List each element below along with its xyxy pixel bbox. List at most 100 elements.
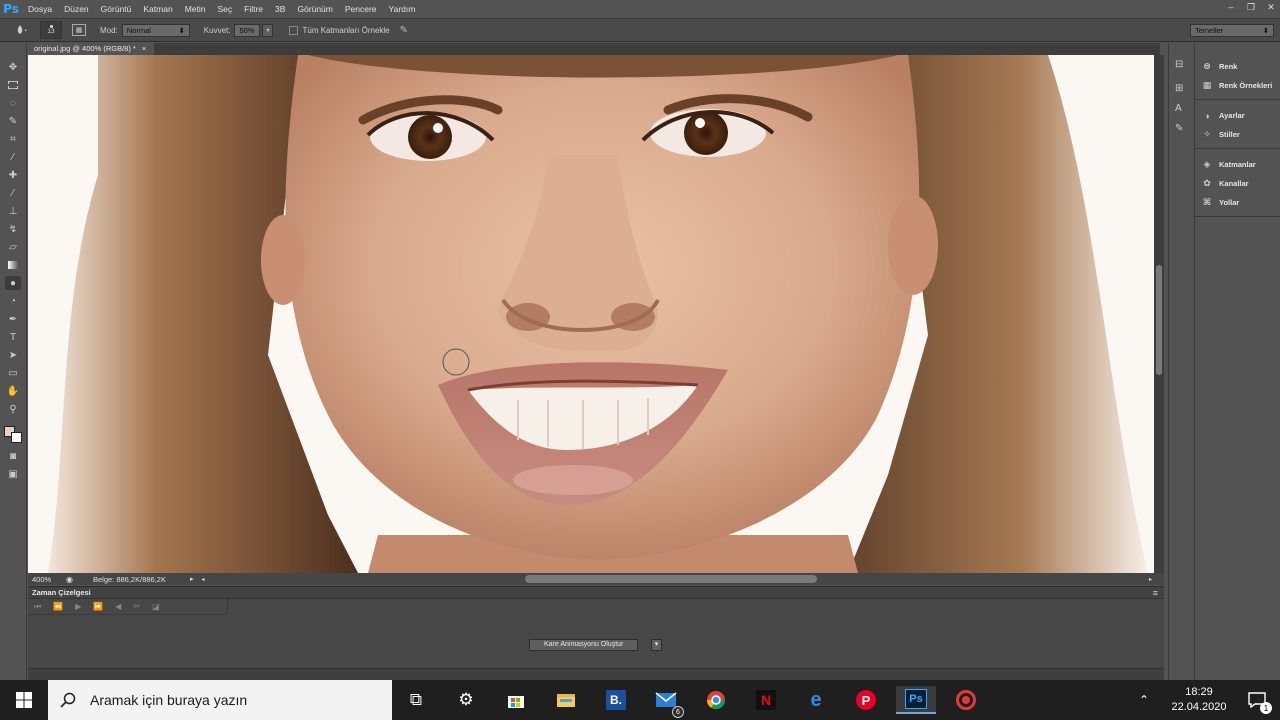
crop-tool-icon[interactable]: ⌗ — [5, 132, 21, 146]
gradient-tool-icon[interactable] — [5, 258, 21, 272]
brush-size-value: 13 — [47, 28, 55, 35]
zoom-level[interactable]: 400% — [32, 575, 60, 584]
lasso-tool-icon[interactable]: ◌ — [5, 96, 21, 110]
background-color-swatch[interactable] — [11, 432, 22, 443]
menu-3b[interactable]: 3B — [269, 0, 291, 18]
type-tool-icon[interactable]: T — [5, 330, 21, 344]
brush-size-picker[interactable]: 13 — [40, 21, 62, 39]
strength-slider-toggle[interactable]: ▾ — [262, 23, 274, 37]
scroll-left-icon[interactable]: ◂ — [201, 576, 204, 583]
panel-menu-icon[interactable]: ≡ — [1153, 588, 1158, 598]
dodge-tool-icon[interactable]: ◔ — [5, 294, 21, 308]
properties-panel-icon[interactable]: ⊞ — [1175, 83, 1183, 94]
chevron-down-icon[interactable]: ▾ — [651, 639, 662, 651]
settings-gear-icon[interactable]: ⚙ — [446, 686, 486, 714]
menu-goruntu[interactable]: Görüntü — [95, 0, 138, 18]
previous-frame-icon[interactable]: ⏪ — [53, 602, 63, 611]
close-button[interactable]: ✕ — [1262, 0, 1280, 14]
brush-panel-icon[interactable]: ▦ — [72, 24, 86, 36]
screen-recorder-icon[interactable] — [946, 686, 986, 714]
vertical-scrollbar-thumb[interactable] — [1156, 265, 1162, 375]
document-tab[interactable]: original.jpg @ 400% (RGB/8) * × — [28, 43, 155, 55]
healing-brush-tool-icon[interactable]: ✚ — [5, 168, 21, 182]
history-brush-tool-icon[interactable]: ↯ — [5, 222, 21, 236]
history-panel-icon[interactable]: ⊟ — [1175, 59, 1183, 70]
clone-stamp-tool-icon[interactable]: ⊥ — [5, 204, 21, 218]
path-selection-tool-icon[interactable]: ➤ — [5, 348, 21, 362]
pressure-icon[interactable]: ✎ — [400, 25, 408, 36]
transition-icon[interactable]: ◪ — [152, 602, 160, 611]
task-view-icon[interactable]: ⧉ — [396, 686, 436, 714]
menu-dosya[interactable]: Dosya — [22, 0, 58, 18]
create-frame-animation-button[interactable]: Kare Animasyonu Oluştur — [529, 639, 639, 651]
play-icon[interactable]: ▶ — [75, 602, 81, 611]
chrome-icon[interactable] — [696, 686, 736, 714]
menu-duzen[interactable]: Düzen — [58, 0, 95, 18]
brush-presets-panel-icon[interactable]: ✎ — [1175, 123, 1183, 134]
first-frame-icon[interactable]: ⏮ — [34, 602, 41, 612]
status-arrow-icon[interactable]: ▸ — [190, 575, 194, 583]
pinterest-icon[interactable]: P — [846, 686, 886, 714]
menu-katman[interactable]: Katman — [137, 0, 178, 18]
taskbar-search-box[interactable]: Aramak için buraya yazın — [48, 680, 392, 720]
sample-all-layers-checkbox[interactable] — [289, 25, 299, 35]
menu-sec[interactable]: Seç — [211, 0, 238, 18]
vertical-scrollbar[interactable] — [1154, 55, 1164, 573]
options-bar: 13 ▦ Mod: Normal ⬍ Kuvvet: 50% ▾ Tüm Kat… — [0, 18, 1280, 42]
adjustments-panel[interactable]: ◑ Ayarlar — [1195, 106, 1280, 125]
move-tool-icon[interactable]: ✥ — [5, 60, 21, 74]
mode-select[interactable]: Normal ⬍ — [121, 23, 190, 37]
blur-tool-icon[interactable]: ● — [5, 276, 21, 290]
menu-metin[interactable]: Metin — [179, 0, 212, 18]
hand-tool-icon[interactable]: ✋ — [5, 384, 21, 398]
color-panel[interactable]: ⊜ Renk — [1195, 57, 1280, 76]
horizontal-scrollbar-thumb[interactable] — [525, 575, 817, 583]
store-icon[interactable] — [496, 686, 536, 714]
workspace-select[interactable]: Temeller ⬍ — [1190, 24, 1274, 37]
menu-yardim[interactable]: Yardım — [383, 0, 422, 18]
paths-icon: ⌘ — [1202, 197, 1212, 207]
eyedropper-tool-icon[interactable]: ⁄ — [5, 150, 21, 164]
document-canvas[interactable] — [28, 55, 1154, 573]
screen-mode-icon[interactable]: ▣ — [5, 467, 21, 481]
booking-icon[interactable]: B. — [596, 686, 636, 714]
styles-panel[interactable]: ✧ Stiller — [1195, 125, 1280, 144]
eraser-tool-icon[interactable]: ▱ — [5, 240, 21, 254]
minimize-button[interactable]: – — [1222, 0, 1240, 14]
photoshop-taskbar-icon[interactable]: Ps — [896, 686, 936, 714]
character-panel-icon[interactable]: A — [1175, 103, 1182, 114]
audio-icon[interactable]: ◀ — [115, 602, 121, 611]
paths-panel[interactable]: ⌘ Yollar — [1195, 193, 1280, 212]
close-tab-icon[interactable]: × — [142, 43, 146, 55]
restore-button[interactable]: ❐ — [1242, 0, 1260, 14]
file-explorer-icon[interactable] — [546, 686, 586, 714]
swatches-panel[interactable]: ▦ Renk Örnekleri — [1195, 76, 1280, 95]
blur-tool-preset-icon[interactable] — [12, 24, 32, 36]
timeline-title[interactable]: Zaman Çizelgesi — [32, 588, 91, 597]
menu-gorunum[interactable]: Görünüm — [291, 0, 338, 18]
clock[interactable]: 18:29 22.04.2020 — [1164, 685, 1234, 715]
rectangle-tool-icon[interactable]: ▭ — [5, 366, 21, 380]
channels-panel[interactable]: ✿ Kanallar — [1195, 174, 1280, 193]
strength-input[interactable]: 50% — [234, 23, 261, 37]
menu-bar: Ps Dosya Düzen Görüntü Katman Metin Seç … — [0, 0, 1280, 18]
pen-tool-icon[interactable]: ✒ — [5, 312, 21, 326]
menu-pencere[interactable]: Pencere — [339, 0, 383, 18]
quick-selection-tool-icon[interactable]: ✎ — [5, 114, 21, 128]
marquee-tool-icon[interactable] — [5, 78, 21, 92]
status-menu-icon[interactable]: ◉ — [66, 575, 73, 584]
chevron-up-icon[interactable]: ⌃ — [1124, 693, 1164, 707]
start-button[interactable] — [0, 680, 48, 720]
scroll-right-icon[interactable]: ▸ — [1149, 576, 1152, 583]
mail-icon[interactable]: 6 — [646, 686, 686, 718]
notification-icon[interactable]: 1 — [1234, 680, 1280, 720]
zoom-tool-icon[interactable]: ⚲ — [5, 402, 21, 416]
brush-tool-icon[interactable]: ∕ — [5, 186, 21, 200]
next-frame-icon[interactable]: ⏩ — [93, 602, 103, 611]
netflix-icon[interactable]: N — [746, 686, 786, 714]
menu-filtre[interactable]: Filtre — [238, 0, 269, 18]
split-icon[interactable]: ✂ — [133, 602, 140, 611]
quick-mask-icon[interactable]: ◙ — [5, 449, 21, 463]
edge-icon[interactable]: e — [796, 686, 836, 714]
layers-panel[interactable]: ◈ Katmanlar — [1195, 155, 1280, 174]
